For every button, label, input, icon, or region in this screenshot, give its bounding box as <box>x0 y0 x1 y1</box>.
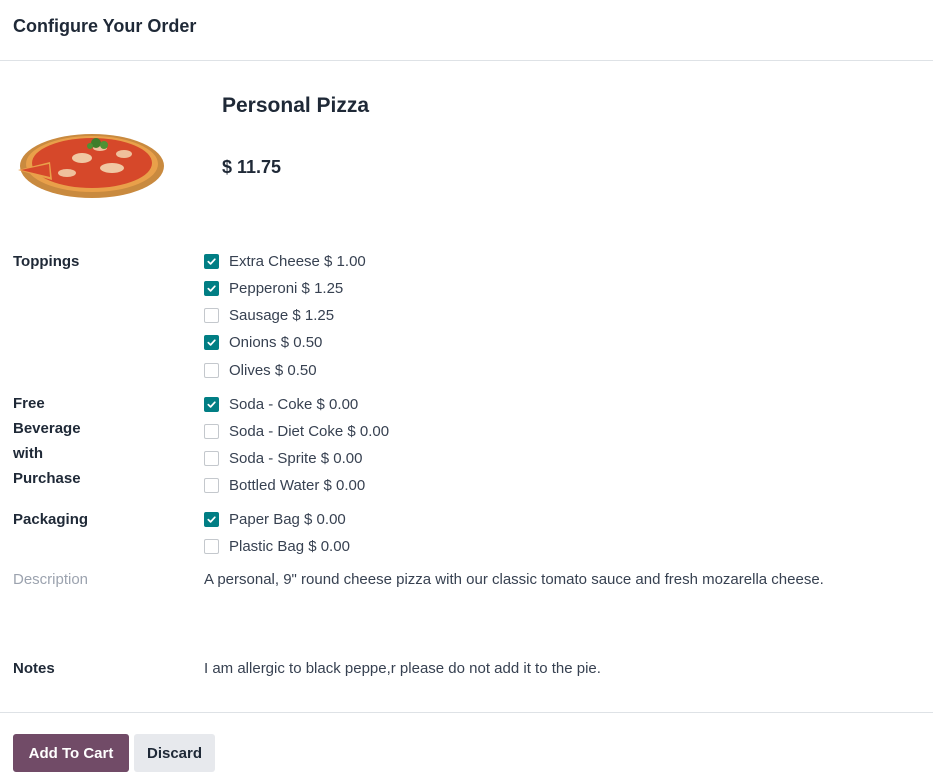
option-olives[interactable]: Olives $ 0.50 <box>204 359 317 381</box>
option-soda-sprite[interactable]: Soda - Sprite $ 0.00 <box>204 447 362 469</box>
option-label: Extra Cheese $ 1.00 <box>229 252 366 270</box>
dialog-title: Configure Your Order <box>13 16 197 36</box>
option-label: Paper Bag $ 0.00 <box>229 510 346 528</box>
checkbox[interactable] <box>204 334 219 350</box>
checkbox[interactable] <box>204 253 219 269</box>
dialog-footer: Add To Cart Discard <box>0 712 933 784</box>
toppings-label: Toppings <box>13 253 80 270</box>
checkmark-icon <box>207 257 216 265</box>
packaging-label: Packaging <box>13 511 89 528</box>
checkbox[interactable] <box>204 511 219 527</box>
checkbox[interactable] <box>204 477 219 493</box>
beverage-label-line: Purchase <box>13 470 81 487</box>
product-price: $ 11.75 <box>222 157 282 177</box>
description-text: A personal, 9" round cheese pizza with o… <box>204 571 824 588</box>
option-extra-cheese[interactable]: Extra Cheese $ 1.00 <box>204 250 366 272</box>
notes-label: Notes <box>13 660 55 677</box>
product-name: Personal Pizza <box>222 94 370 117</box>
checkmark-icon <box>207 515 216 523</box>
checkbox[interactable] <box>204 538 219 554</box>
option-label: Sausage $ 1.25 <box>229 306 335 324</box>
description-label: Description <box>13 571 89 588</box>
checkbox[interactable] <box>204 450 219 466</box>
checkbox[interactable] <box>204 362 219 378</box>
option-label: Plastic Bag $ 0.00 <box>229 537 350 555</box>
checkbox[interactable] <box>204 396 219 412</box>
beverage-label-line: Beverage <box>13 420 81 437</box>
pizza-image <box>18 134 164 198</box>
checkbox[interactable] <box>204 280 219 296</box>
checkbox[interactable] <box>204 423 219 439</box>
beverage-label-line: Free <box>13 395 45 412</box>
option-label: Soda - Coke $ 0.00 <box>229 395 359 413</box>
discard-button[interactable]: Discard <box>134 734 215 772</box>
option-label: Olives $ 0.50 <box>229 361 317 379</box>
add-to-cart-button[interactable]: Add To Cart <box>13 734 129 772</box>
dialog-header: Configure Your Order <box>0 0 933 61</box>
checkmark-icon <box>207 338 216 346</box>
option-label: Soda - Sprite $ 0.00 <box>229 449 363 467</box>
option-soda-coke[interactable]: Soda - Coke $ 0.00 <box>204 393 358 415</box>
checkbox[interactable] <box>204 307 219 323</box>
option-label: Onions $ 0.50 <box>229 333 323 351</box>
option-paper-bag[interactable]: Paper Bag $ 0.00 <box>204 508 346 530</box>
option-onions[interactable]: Onions $ 0.50 <box>204 331 322 353</box>
option-sausage[interactable]: Sausage $ 1.25 <box>204 304 334 326</box>
checkmark-icon <box>207 284 216 292</box>
option-bottled-water[interactable]: Bottled Water $ 0.00 <box>204 474 365 496</box>
beverage-label-line: with <box>13 445 43 462</box>
notes-text[interactable]: I am allergic to black peppe,r please do… <box>204 656 601 681</box>
option-label: Bottled Water $ 0.00 <box>229 476 366 494</box>
checkmark-icon <box>207 400 216 408</box>
option-label: Soda - Diet Coke $ 0.00 <box>229 422 390 440</box>
option-plastic-bag[interactable]: Plastic Bag $ 0.00 <box>204 535 350 557</box>
option-pepperoni[interactable]: Pepperoni $ 1.25 <box>204 277 343 299</box>
option-soda-diet-coke[interactable]: Soda - Diet Coke $ 0.00 <box>204 420 389 442</box>
option-label: Pepperoni $ 1.25 <box>229 279 344 297</box>
